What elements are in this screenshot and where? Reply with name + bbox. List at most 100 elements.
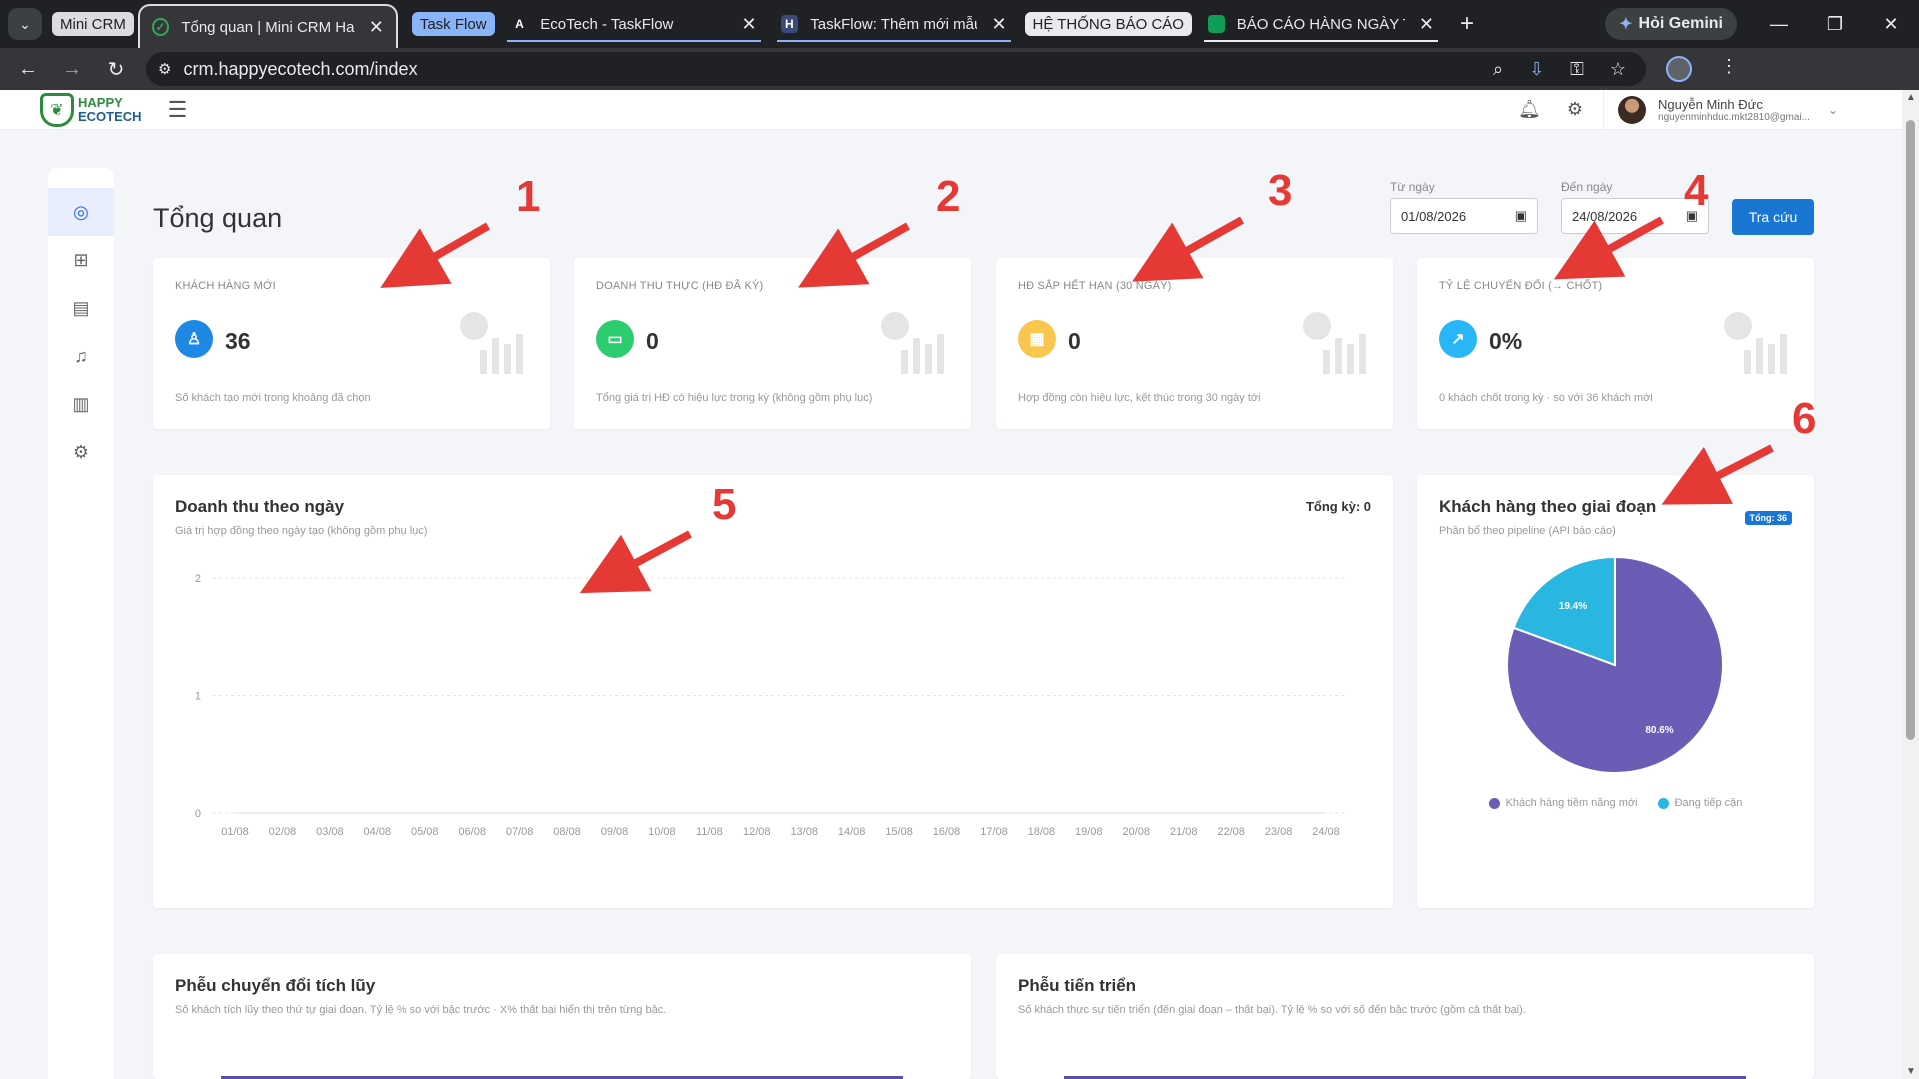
profile-avatar-icon[interactable] (1666, 56, 1692, 82)
happy-ecotech-logo[interactable]: ❦ HAPPY ECOTECH (40, 92, 142, 127)
close-icon[interactable]: ✕ (1419, 14, 1434, 35)
x-tick-label: 06/08 (458, 826, 486, 838)
calendar-icon[interactable]: ▣ (1515, 208, 1527, 224)
x-tick-label: 17/08 (980, 826, 1008, 838)
x-tick-label: 23/08 (1265, 826, 1293, 838)
forward-icon[interactable]: → (50, 58, 94, 81)
password-key-icon[interactable]: ⚿ (1570, 59, 1584, 80)
gear-icon[interactable]: ⚙ (1567, 99, 1583, 120)
browser-tab-bar: ⌄ Mini CRM ✓ Tổng quan | Mini CRM Hap ✕ … (0, 0, 1919, 48)
tab-group-chip[interactable]: Task Flow (411, 12, 495, 36)
site-info-icon[interactable]: ⚙ (158, 60, 171, 78)
x-tick-label: 10/08 (648, 826, 676, 838)
scroll-down-icon[interactable]: ▼ (1906, 1066, 1916, 1077)
funnel-cumulative-card: Phễu chuyển đổi tích lũy Số khách tích l… (153, 954, 971, 1079)
from-date-group: Từ ngày 01/08/2026 ▣ (1390, 180, 1538, 234)
legend-item[interactable]: Đang tiếp cận (1657, 797, 1742, 809)
card-subtitle: Số khách tích lũy theo thứ tự giai đoạn.… (175, 1004, 667, 1016)
x-tick-label: 22/08 (1217, 826, 1245, 838)
legend-swatch (1657, 797, 1669, 809)
sidebar-item-dashboard[interactable]: ◎ (48, 188, 114, 236)
kpi-note: Số khách tạo mới trong khoảng đã chọn (175, 392, 371, 404)
search-button[interactable]: Tra cứu (1732, 199, 1814, 235)
tab-crm-overview[interactable]: ✓ Tổng quan | Mini CRM Hap ✕ (137, 4, 398, 48)
settings-icon: ⚙ (72, 441, 90, 462)
zoom-icon[interactable]: ⌕ (1493, 59, 1503, 80)
card-title: Phễu tiến triển (1018, 976, 1137, 995)
revenue-line-chart: 0 1 2 01/08 02/08 03/08 04/08 05/08 06/08 07/08 08… (195, 573, 1348, 838)
kpi-note: 0 khách chốt trong kỳ · so với 36 khách … (1439, 392, 1653, 404)
apps-icon: ⊞ (73, 249, 89, 270)
kpi-note: Hợp đồng còn hiệu lực, kết thúc trong 30… (1018, 392, 1261, 404)
bookmark-star-icon[interactable]: ☆ (1610, 59, 1626, 80)
leaf-shield-icon: ❦ (40, 92, 74, 127)
close-icon[interactable]: ✕ (991, 14, 1006, 35)
annotation-number: 6 (1792, 394, 1817, 443)
scroll-thumb[interactable] (1906, 120, 1915, 740)
revenue-chart-card: Doanh thu theo ngày Giá trị hợp đồng the… (153, 475, 1393, 908)
to-date-value: 24/08/2026 (1572, 208, 1638, 224)
card-subtitle: Số khách thực sự tiến triển (đến giai đo… (1018, 1004, 1526, 1016)
tab-title: TaskFlow: Thêm mới mẫu c (810, 15, 978, 33)
url-field[interactable]: ⚙ crm.happyecotech.com/index ⌕ ⇩ ⚿ ☆ (146, 52, 1646, 86)
user-info: Nguyễn Minh Đức nguyenminhduc.mkt2810@gm… (1658, 97, 1810, 123)
x-tick-label: 14/08 (838, 826, 866, 838)
close-icon[interactable]: ✕ (741, 14, 756, 35)
sidebar-item-notifications[interactable]: ♫ (48, 332, 114, 380)
sidebar-item-documents[interactable]: ▤ (48, 284, 114, 332)
x-tick-label: 21/08 (1170, 826, 1198, 838)
install-app-icon[interactable]: ⇩ (1529, 59, 1544, 80)
x-tick-label: 13/08 (790, 826, 818, 838)
x-tick-label: 18/08 (1028, 826, 1056, 838)
gemini-button[interactable]: ✦ Hỏi Gemini (1605, 8, 1737, 40)
stage-pie-chart: 80.6% 19.4% (1506, 555, 1724, 774)
from-date-value: 01/08/2026 (1401, 208, 1467, 224)
tab-daily-report[interactable]: BÁO CÁO HÀNG NGÀY TE ✕ (1196, 0, 1446, 48)
tab-group-chip[interactable]: Mini CRM (52, 12, 134, 36)
a-logo-icon: A (515, 17, 524, 31)
kpi-label: HĐ SẮP HẾT HẠN (30 NGÀY) (1018, 280, 1172, 292)
scroll-up-icon[interactable]: ▲ (1906, 92, 1916, 103)
kpi-note: Tổng giá trị HĐ có hiệu lực trong kỳ (kh… (596, 392, 873, 404)
sidebar-item-apps[interactable]: ⊞ (48, 236, 114, 284)
tab-taskflow[interactable]: A EcoTech - TaskFlow ✕ (499, 0, 769, 48)
x-tick-label: 03/08 (316, 826, 344, 838)
tab-group-underline (506, 40, 761, 42)
pie-legend: Khách hàng tiềm năng mới Đang tiếp cận (1417, 797, 1814, 809)
page-scrollbar[interactable]: ▲ ▼ (1902, 90, 1919, 1079)
from-date-input[interactable]: 01/08/2026 ▣ (1390, 198, 1538, 234)
chart-deco-icon (1724, 312, 1787, 374)
logo-line-2: ECOTECH (78, 108, 142, 124)
reload-icon[interactable]: ↻ (94, 57, 138, 82)
close-window-icon[interactable]: ✕ (1863, 14, 1919, 35)
x-tick-label: 01/08 (221, 826, 249, 838)
tab-group-underline (776, 40, 1011, 42)
kpi-value: 0 (646, 328, 659, 354)
new-tab-icon[interactable]: + (1460, 10, 1474, 38)
sidebar-item-reports[interactable]: ▥ (48, 380, 114, 428)
minimize-icon[interactable]: — (1751, 14, 1807, 35)
app-header: ❦ HAPPY ECOTECH ☰ 🔔︎ ⚙ Nguyễn Minh Đức n… (0, 89, 1902, 130)
hamburger-menu-icon[interactable]: ☰ (168, 97, 188, 123)
document-icon: ▤ (72, 297, 90, 318)
legend-item[interactable]: Khách hàng tiềm năng mới (1488, 797, 1638, 809)
annotation-number: 2 (936, 172, 961, 221)
back-icon[interactable]: ← (6, 58, 50, 81)
annotation-number: 1 (516, 172, 541, 221)
user-plus-icon: ♙ (175, 320, 213, 358)
restore-icon[interactable]: ❐ (1807, 14, 1863, 35)
bell-icon[interactable]: 🔔︎ (1518, 99, 1541, 120)
user-menu[interactable]: Nguyễn Minh Đức nguyenminhduc.mkt2810@gm… (1603, 89, 1838, 130)
chrome-menu-icon[interactable]: ⋮ (1720, 56, 1738, 82)
funnel-progress-card: Phễu tiến triển Số khách thực sự tiến tr… (996, 954, 1814, 1079)
tab-search-button[interactable]: ⌄ (8, 8, 42, 40)
annotation-number: 4 (1684, 166, 1709, 215)
h-logo-icon: H (780, 15, 799, 33)
chart-deco-icon (881, 312, 944, 374)
sheets-icon (1207, 15, 1225, 33)
tab-taskflow-template[interactable]: H TaskFlow: Thêm mới mẫu c ✕ (769, 0, 1019, 48)
close-icon[interactable]: ✕ (369, 17, 384, 38)
sidebar-item-settings[interactable]: ⚙ (48, 428, 114, 476)
kpi-value: 0% (1489, 328, 1523, 354)
tab-group-chip[interactable]: HỆ THỐNG BÁO CÁO (1024, 12, 1192, 36)
